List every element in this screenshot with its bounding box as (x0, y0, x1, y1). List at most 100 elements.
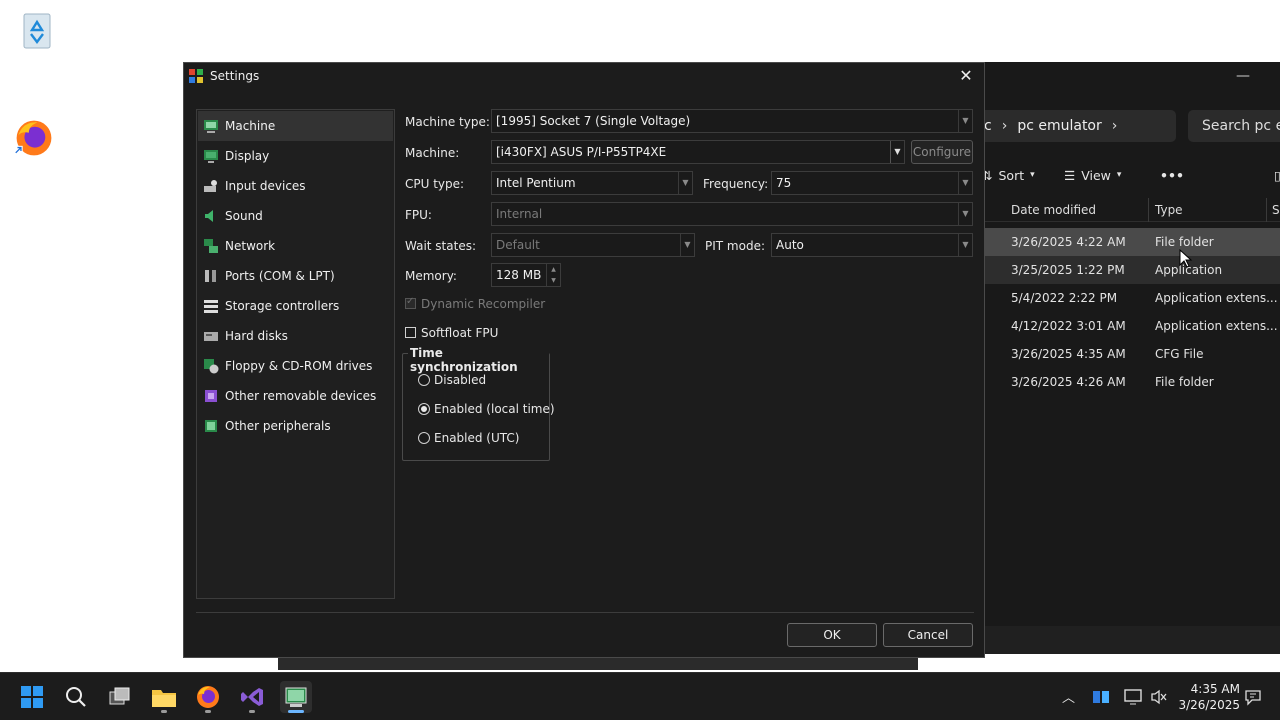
visual-studio-icon (241, 688, 263, 706)
file-row[interactable]: 4/12/2022 3:01 AM Application extens... (978, 312, 1280, 340)
file-explorer-window: — c › pc emulator › Search pc em ⇅ Sort … (978, 62, 1280, 654)
row-date: 4/12/2022 3:01 AM (1011, 319, 1126, 333)
recycle-bin-icon[interactable] (17, 10, 57, 50)
show-hidden-icons-chevron-icon[interactable]: ︿ (1062, 687, 1075, 706)
nav-item-floppy-cdrom[interactable]: Floppy & CD-ROM drives (198, 351, 393, 381)
search-button[interactable] (60, 681, 92, 713)
sort-button[interactable]: ⇅ Sort ▾ (982, 168, 1035, 183)
nav-item-network[interactable]: Network (198, 231, 393, 261)
nav-item-sound[interactable]: Sound (198, 201, 393, 231)
row-type: File folder (1155, 235, 1214, 249)
wait-states-label: Wait states: (405, 239, 476, 253)
firefox-taskbar-button[interactable] (192, 681, 224, 713)
cpu-type-select[interactable]: Intel Pentium ▼ (491, 171, 693, 195)
display-icon (204, 150, 218, 163)
view-button[interactable]: ☰ View ▾ (1064, 168, 1121, 183)
input-devices-icon (204, 180, 217, 192)
row-type: Application extens... (1155, 291, 1278, 305)
clock[interactable]: 4:35 AM 3/26/2025 (1178, 681, 1240, 713)
display-network-icon[interactable] (1124, 689, 1142, 705)
search-input[interactable]: Search pc em (1188, 110, 1280, 142)
nav-item-storage-controllers[interactable]: Storage controllers (198, 291, 393, 321)
softfloat-fpu-checkbox[interactable] (405, 327, 416, 338)
chevron-right-icon[interactable]: › (1112, 118, 1118, 134)
dynamic-recompiler-checkbox[interactable] (405, 296, 416, 309)
more-options-icon[interactable]: ••• (1160, 168, 1184, 183)
nav-item-input-devices[interactable]: Input devices (198, 171, 393, 201)
peripherals-icon (205, 420, 217, 432)
memory-spinbox[interactable]: 128 MB ▲ ▼ (491, 263, 561, 287)
active-indicator (288, 710, 304, 713)
mouse-cursor-icon (1179, 249, 1193, 268)
details-pane-icon[interactable]: ▯ (1274, 168, 1280, 183)
configure-button[interactable]: Configure (911, 140, 973, 164)
nav-item-other-removable[interactable]: Other removable devices (198, 381, 393, 411)
spin-arrows-icon[interactable]: ▲ ▼ (546, 264, 560, 286)
wait-states-select[interactable]: Default ▼ (491, 233, 695, 257)
chevron-down-icon: ▼ (680, 234, 694, 256)
nav-item-machine[interactable]: Machine (198, 111, 393, 141)
frequency-select[interactable]: 75 ▼ (771, 171, 973, 195)
firefox-desktop-icon[interactable] (14, 118, 54, 158)
nav-item-other-peripherals[interactable]: Other peripherals (198, 411, 393, 441)
column-divider[interactable] (1148, 198, 1149, 222)
nav-item-ports[interactable]: Ports (COM & LPT) (198, 261, 393, 291)
file-explorer-taskbar-button[interactable] (148, 681, 180, 713)
start-button[interactable] (16, 681, 48, 713)
file-row[interactable]: 5/4/2022 2:22 PM Application extens... (978, 284, 1280, 312)
nav-label: Machine (225, 119, 276, 133)
cpu-type-label: CPU type: (405, 177, 465, 191)
ok-button[interactable]: OK (787, 623, 877, 647)
machine-label: Machine: (405, 146, 460, 160)
column-size[interactable]: S (1272, 203, 1280, 217)
file-row[interactable]: 3/26/2025 4:26 AM File folder (978, 368, 1280, 396)
settings-category-list: Machine Display Input devices Sound Netw… (196, 109, 395, 599)
machine-type-select[interactable]: [1995] Socket 7 (Single Voltage) ▼ (491, 109, 973, 133)
file-row[interactable]: 3/26/2025 4:35 AM CFG File (978, 340, 1280, 368)
explorer-titlebar (978, 62, 1280, 92)
machine-type-value: [1995] Socket 7 (Single Voltage) (496, 114, 691, 128)
settings-dialog: Settings ✕ Machine Display Input devices… (183, 62, 985, 658)
notifications-icon[interactable] (1244, 688, 1262, 706)
chevron-down-icon: ▾ (1030, 170, 1035, 180)
nav-label: Ports (COM & LPT) (225, 269, 335, 283)
fpu-label: FPU: (405, 208, 432, 222)
visual-studio-taskbar-button[interactable] (236, 681, 268, 713)
dialog-titlebar[interactable]: Settings ✕ (184, 63, 984, 89)
task-view-button[interactable] (104, 681, 136, 713)
minimize-icon[interactable]: — (1236, 68, 1250, 84)
machine-select[interactable]: [i430FX] ASUS P/I-P55TP4XE ▼ (491, 140, 905, 164)
volume-muted-icon[interactable] (1150, 689, 1168, 705)
column-divider[interactable] (1266, 198, 1267, 222)
memory-label: Memory: (405, 269, 457, 283)
file-row[interactable]: 3/26/2025 4:22 AM File folder (978, 228, 1280, 256)
time-sync-local-radio[interactable] (418, 403, 430, 415)
column-type[interactable]: Type (1155, 203, 1183, 217)
tray-app-icon[interactable] (1092, 689, 1110, 705)
file-row[interactable]: 3/25/2025 1:22 PM Application (978, 256, 1280, 284)
ports-icon (205, 270, 216, 282)
cpu-type-value: Intel Pentium (496, 176, 576, 190)
emulator-taskbar-button[interactable] (280, 681, 312, 713)
fpu-value: Internal (496, 207, 543, 221)
pit-mode-select[interactable]: Auto ▼ (771, 233, 973, 257)
chevron-down-icon: ▼ (958, 110, 972, 132)
nav-item-display[interactable]: Display (198, 141, 393, 171)
fpu-select[interactable]: Internal ▼ (491, 202, 973, 226)
cancel-button[interactable]: Cancel (883, 623, 973, 647)
time-sync-disabled-radio[interactable] (418, 374, 430, 386)
time-sync-utc-radio[interactable] (418, 432, 430, 444)
windows-logo-icon (21, 686, 43, 708)
firefox-icon (197, 686, 219, 708)
chevron-down-icon: ▼ (958, 172, 972, 194)
breadcrumb-current[interactable]: pc emulator (1017, 118, 1101, 134)
frequency-label: Frequency: (703, 177, 769, 191)
column-date-modified[interactable]: Date modified (1011, 203, 1096, 217)
time-sync-utc-label: Enabled (UTC) (434, 431, 520, 445)
breadcrumb-segment[interactable]: c (984, 118, 992, 134)
close-icon[interactable]: ✕ (956, 66, 976, 86)
nav-item-hard-disks[interactable]: Hard disks (198, 321, 393, 351)
explorer-toolbar: ⇅ Sort ▾ ☰ View ▾ ••• ▯ (978, 162, 1280, 188)
time-sync-disabled-label: Disabled (434, 373, 487, 387)
breadcrumb[interactable]: c › pc emulator › (978, 110, 1176, 142)
